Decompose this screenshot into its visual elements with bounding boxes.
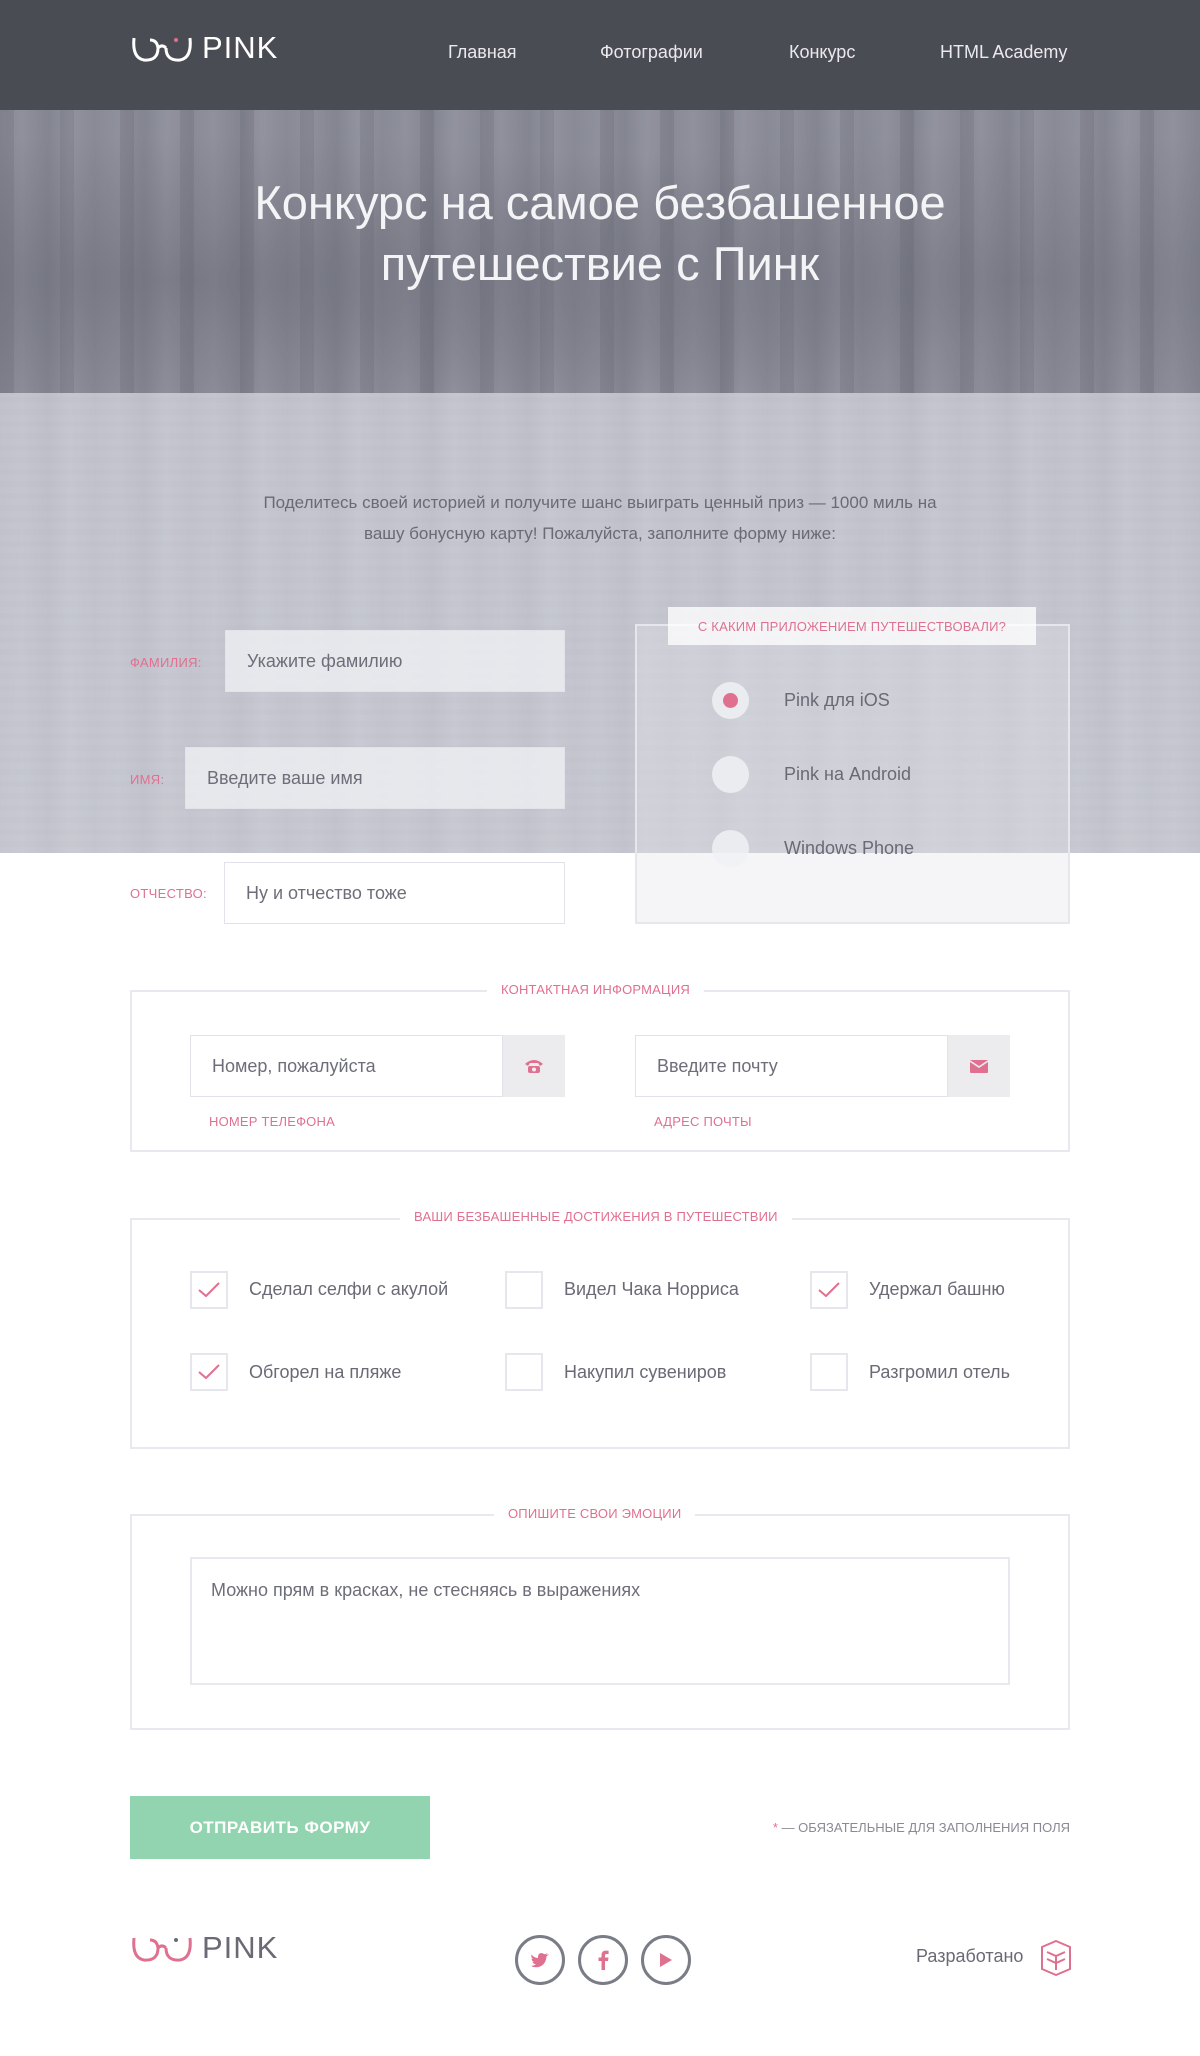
- radio-button-selected[interactable]: [712, 682, 749, 719]
- nav-link-contest[interactable]: Конкурс: [789, 42, 855, 63]
- nav-link-home[interactable]: Главная: [448, 42, 517, 63]
- footer-logo[interactable]: PINK: [130, 1928, 278, 1968]
- youtube-icon: [660, 1953, 672, 1967]
- radio-dot: [723, 693, 738, 708]
- checkbox-sunburn[interactable]: [190, 1353, 228, 1391]
- facebook-link[interactable]: [578, 1935, 628, 1985]
- nav-link-photos[interactable]: Фотографии: [600, 42, 703, 63]
- radio-label-windows-phone: Windows Phone: [784, 838, 915, 858]
- required-note-text: — ОБЯЗАТЕЛЬНЫЕ ДЛЯ ЗАПОЛНЕНИЯ ПОЛЯ: [777, 1820, 1070, 1835]
- achievements-legend: ВАШИ БЕЗБАШЕННЫЕ ДОСТИЖЕНИЯ В ПУТЕШЕСТВИ…: [400, 1209, 792, 1224]
- youtube-link[interactable]: [641, 1935, 691, 1985]
- checkbox-shark-selfie[interactable]: [190, 1271, 228, 1309]
- intro-line-2: вашу бонусную карту! Пожалуйста, заполни…: [364, 524, 836, 543]
- email-addon: [948, 1035, 1010, 1097]
- checkmark-icon: [198, 1364, 220, 1380]
- nav-link-html-academy[interactable]: HTML Academy: [940, 42, 1067, 63]
- intro-text: Поделитесь своей историей и получите шан…: [210, 487, 990, 549]
- phone-addon: [503, 1035, 565, 1097]
- checkbox-chuck-norris[interactable]: [505, 1271, 543, 1309]
- radio-button[interactable]: [712, 756, 749, 793]
- phone-icon: [525, 1060, 543, 1073]
- checkbox-label: Обгорел на пляже: [249, 1362, 402, 1382]
- checkbox-tower[interactable]: [810, 1271, 848, 1309]
- radio-option-ios[interactable]: Pink для iOS: [712, 682, 890, 719]
- checkmark-icon: [818, 1282, 840, 1298]
- emotions-textarea[interactable]: Можно прям в красках, не стесняясь в выр…: [190, 1557, 1010, 1685]
- page-title-line-2: путешествие с Пинк: [380, 237, 820, 290]
- checkmark-icon: [198, 1282, 220, 1298]
- phone-hint: НОМЕР ТЕЛЕФОНА: [209, 1114, 335, 1129]
- name-input[interactable]: Введите ваше имя: [185, 747, 565, 809]
- radio-option-android[interactable]: Pink на Android: [712, 756, 911, 793]
- radio-button[interactable]: [712, 830, 749, 867]
- checkbox-label: Накупил сувениров: [564, 1362, 727, 1382]
- intro-line-1: Поделитесь своей историей и получите шан…: [263, 493, 937, 512]
- surname-input[interactable]: Укажите фамилию: [225, 630, 565, 692]
- phone-input[interactable]: Номер, пожалуйста: [190, 1035, 503, 1097]
- checkbox-label: Сделал селфи с акулой: [249, 1279, 449, 1299]
- footer-logo-text: PINK: [202, 1930, 279, 1965]
- radio-option-windows-phone[interactable]: Windows Phone: [712, 830, 914, 867]
- checkbox-label: Видел Чака Норриса: [564, 1279, 739, 1299]
- envelope-icon: [970, 1059, 988, 1073]
- email-input[interactable]: Введите почту: [635, 1035, 948, 1097]
- facebook-icon: [598, 1950, 609, 1970]
- page-title: Конкурс на самое безбашенное путешествие…: [150, 172, 1050, 294]
- achievements-fieldset: [130, 1218, 1070, 1449]
- main-nav: Главная Фотографии Конкурс HTML Academy: [0, 42, 1200, 72]
- name-label: ИМЯ:: [130, 772, 165, 787]
- patronymic-label: ОТЧЕСТВО:: [130, 886, 207, 901]
- emotions-legend: ОПИШИТЕ СВОИ ЭМОЦИИ: [494, 1506, 696, 1521]
- email-hint: АДРЕС ПОЧТЫ: [654, 1114, 752, 1129]
- twitter-icon: [530, 1953, 549, 1968]
- checkbox-label: Удержал башню: [869, 1279, 1005, 1299]
- twitter-link[interactable]: [515, 1935, 565, 1985]
- html-academy-logo-icon[interactable]: [1041, 1940, 1071, 1976]
- made-by-label: Разработано: [916, 1946, 1024, 1966]
- patronymic-input[interactable]: Ну и отчество тоже: [224, 862, 565, 924]
- site-header: PINK Главная Фотографии Конкурс HTML Aca…: [0, 0, 1200, 110]
- contacts-legend: КОНТАКТНАЯ ИНФОРМАЦИЯ: [487, 982, 704, 997]
- checkbox-souvenirs[interactable]: [505, 1353, 543, 1391]
- checkbox-hotel[interactable]: [810, 1353, 848, 1391]
- surname-label: ФАМИЛИЯ:: [130, 655, 202, 670]
- radio-label-ios: Pink для iOS: [784, 690, 890, 710]
- required-note: * — ОБЯЗАТЕЛЬНЫЕ ДЛЯ ЗАПОЛНЕНИЯ ПОЛЯ: [773, 1820, 1070, 1835]
- page-title-line-1: Конкурс на самое безбашенное: [254, 176, 946, 229]
- checkbox-label: Разгромил отель: [869, 1362, 1010, 1382]
- glasses-logo-icon: [132, 1937, 192, 1962]
- radio-label-android: Pink на Android: [784, 764, 912, 784]
- submit-button[interactable]: ОТПРАВИТЬ ФОРМУ: [130, 1796, 430, 1859]
- app-choice-legend: С КАКИМ ПРИЛОЖЕНИЕМ ПУТЕШЕСТВОВАЛИ?: [668, 607, 1036, 645]
